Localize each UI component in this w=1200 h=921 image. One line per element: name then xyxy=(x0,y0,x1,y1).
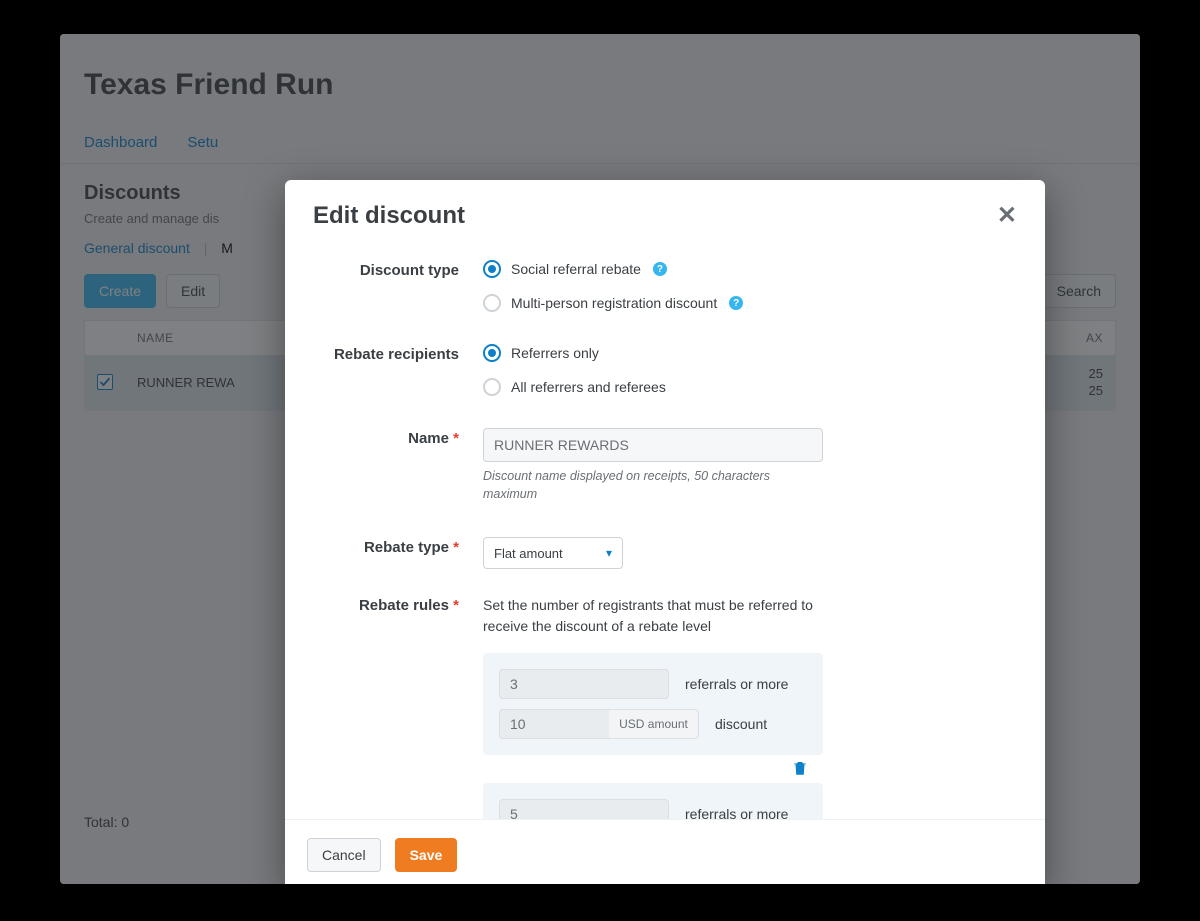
modal-header: Edit discount ✕ xyxy=(285,180,1045,242)
help-icon[interactable]: ? xyxy=(729,296,743,310)
edit-discount-modal: Edit discount ✕ Discount type Social ref… xyxy=(285,180,1045,884)
rebate-rule-1: referrals or more USD amount discount xyxy=(483,653,823,755)
app-frame: Texas Friend Run Dashboard Setu Discount… xyxy=(60,34,1140,884)
cancel-button[interactable]: Cancel xyxy=(307,838,381,872)
opt-all-referrers: All referrers and referees xyxy=(511,379,666,395)
rebate-rule-2: referrals or more USD discount xyxy=(483,783,823,819)
delete-rule-icon[interactable] xyxy=(791,759,809,777)
rule2-referrals-input[interactable] xyxy=(499,799,669,819)
radio-social-referral[interactable] xyxy=(483,260,501,278)
modal-body: Discount type Social referral rebate ? M… xyxy=(285,242,1045,819)
modal-title: Edit discount xyxy=(313,202,465,230)
label-rebate-rules: Rebate rules * xyxy=(313,595,483,819)
label-discount-type: Discount type xyxy=(313,260,483,328)
rebate-type-select[interactable]: Flat amount ▾ xyxy=(483,537,623,569)
rule1-referrals-input[interactable] xyxy=(499,669,669,699)
rule-referrals-label: referrals or more xyxy=(685,806,788,819)
radio-all-referrers[interactable] xyxy=(483,378,501,396)
chevron-down-icon: ▾ xyxy=(606,546,612,560)
discount-name-input[interactable] xyxy=(483,428,823,462)
rules-description: Set the number of registrants that must … xyxy=(483,595,843,637)
label-rebate-type: Rebate type * xyxy=(313,537,483,569)
label-name: Name * xyxy=(313,428,483,503)
rule1-amount-input[interactable] xyxy=(499,709,609,739)
rule-discount-label: discount xyxy=(715,716,767,732)
help-icon[interactable]: ? xyxy=(653,262,667,276)
label-rebate-recipients: Rebate recipients xyxy=(313,344,483,412)
opt-multi-person: Multi-person registration discount xyxy=(511,295,717,311)
radio-referrers-only[interactable] xyxy=(483,344,501,362)
opt-social-referral: Social referral rebate xyxy=(511,261,641,277)
name-hint: Discount name displayed on receipts, 50 … xyxy=(483,468,823,503)
rebate-type-value: Flat amount xyxy=(494,546,563,561)
usd-unit-label: USD amount xyxy=(609,709,699,739)
rule-referrals-label: referrals or more xyxy=(685,676,788,692)
opt-referrers-only: Referrers only xyxy=(511,345,599,361)
modal-footer: Cancel Save xyxy=(285,819,1045,884)
save-button[interactable]: Save xyxy=(395,838,458,872)
close-icon[interactable]: ✕ xyxy=(997,204,1017,228)
radio-multi-person[interactable] xyxy=(483,294,501,312)
